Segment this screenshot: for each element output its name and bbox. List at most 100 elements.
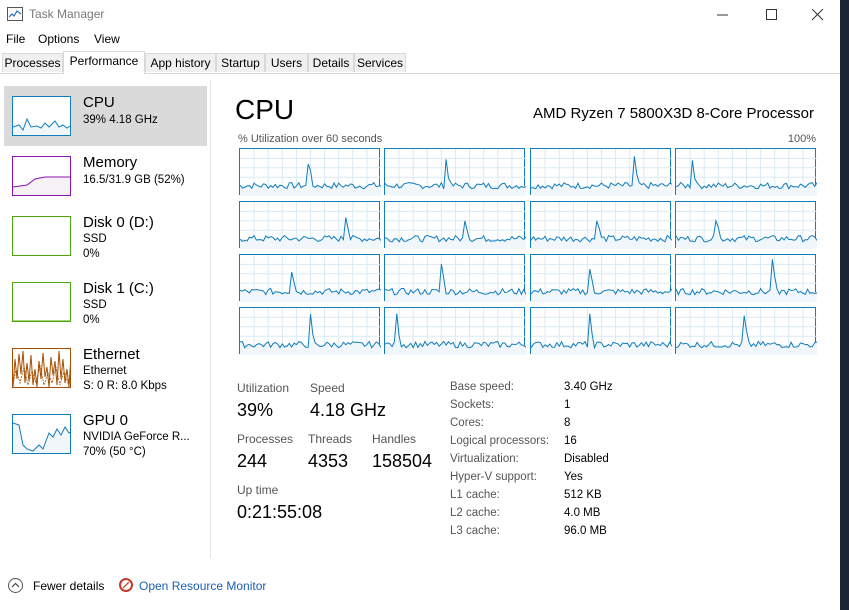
resource-sidebar: CPU 39% 4.18 GHz Memory 16.5/31.9 GB (52…: [0, 74, 210, 564]
detail-value: 3.40 GHz: [564, 381, 613, 393]
disk-1-thumbnail-svg: [13, 320, 70, 321]
logical-processor-graph: [239, 254, 381, 302]
detail-label: L3 cache:: [450, 525, 500, 537]
menu-options[interactable]: Options: [38, 32, 79, 46]
cpu-thumbnail-graph: [12, 96, 71, 136]
minimize-icon: [717, 14, 728, 16]
close-icon: [812, 9, 824, 21]
sidebar-item-memory[interactable]: Memory 16.5/31.9 GB (52%): [4, 148, 207, 208]
detail-value: Disabled: [564, 453, 609, 465]
menu-view[interactable]: View: [94, 32, 120, 46]
tab-processes[interactable]: Processes: [2, 53, 63, 72]
sidebar-item-gpu-0[interactable]: GPU 0 NVIDIA GeForce R... 70% (50 °C): [4, 406, 207, 466]
detail-label: Hyper-V support:: [450, 471, 537, 483]
logical-processor-graph: [529, 254, 672, 302]
minimize-button[interactable]: [700, 0, 746, 30]
uptime-label: Up time: [237, 483, 279, 497]
detail-label: L2 cache:: [450, 507, 500, 519]
menu-file[interactable]: File: [6, 32, 25, 46]
sidebar-item-title: Ethernet: [83, 346, 140, 363]
close-button[interactable]: [795, 0, 841, 30]
sidebar-item-ethernet[interactable]: Ethernet Ethernet S: 0 R: 8.0 Kbps: [4, 340, 207, 400]
window-title: Task Manager: [29, 7, 105, 21]
desktop-background-edge: [840, 0, 849, 610]
tab-startup[interactable]: Startup: [216, 53, 265, 72]
tab-services[interactable]: Services: [354, 53, 406, 72]
detail-value: 4.0 MB: [564, 507, 601, 519]
detail-label: Virtualization:: [450, 453, 519, 465]
detail-value: 1: [564, 399, 571, 411]
sidebar-item-cpu[interactable]: CPU 39% 4.18 GHz: [4, 86, 207, 146]
sidebar-item-adapter: NVIDIA GeForce R...: [83, 431, 190, 443]
logical-processor-graph: [674, 254, 817, 302]
logical-processor-graph: [239, 307, 381, 355]
detail-label: Base speed:: [450, 381, 514, 393]
maximize-button[interactable]: [749, 0, 795, 30]
tab-strip: Processes Performance App history Startu…: [0, 51, 840, 74]
open-resource-monitor-link[interactable]: Open Resource Monitor: [139, 579, 266, 593]
footer-bar: Fewer details Open Resource Monitor: [0, 570, 840, 602]
logical-processor-graph: [529, 148, 672, 196]
resource-monitor-icon: [119, 578, 133, 592]
tab-performance[interactable]: Performance: [63, 51, 145, 74]
sidebar-item-detail: 70% (50 °C): [83, 446, 146, 458]
tab-app-history[interactable]: App history: [145, 53, 216, 72]
tab-details[interactable]: Details: [308, 53, 354, 72]
graph-max-label: 100%: [787, 133, 816, 145]
ethernet-thumbnail-svg: [13, 350, 70, 387]
detail-label: Sockets:: [450, 399, 495, 411]
processes-label: Processes: [237, 432, 294, 446]
cpu-model-name: AMD Ryzen 7 5800X3D 8-Core Processor: [533, 105, 814, 122]
disk-1-thumbnail-graph: [12, 282, 71, 322]
logical-processor-graph: [529, 307, 672, 355]
sidebar-item-title: Memory: [83, 154, 138, 171]
logical-processor-graph: [384, 254, 527, 302]
utilization-value: 39%: [237, 400, 274, 420]
sidebar-item-title: GPU 0: [83, 412, 129, 429]
disk-0-thumbnail-graph: [12, 216, 71, 256]
threads-value: 4353: [308, 451, 349, 471]
sidebar-item-adapter: Ethernet: [83, 365, 127, 377]
logical-processor-graph: [674, 148, 817, 196]
detail-value: 16: [564, 435, 577, 447]
sidebar-item-disk-0[interactable]: Disk 0 (D:) SSD 0%: [4, 208, 207, 268]
utilization-label: Utilization: [237, 381, 290, 395]
uptime-value: 0:21:55:08: [237, 502, 323, 522]
logical-processor-graph: [384, 201, 527, 249]
detail-value: Yes: [564, 471, 583, 483]
detail-value: 8: [564, 417, 571, 429]
handles-value: 158504: [372, 451, 433, 471]
detail-value: 96.0 MB: [564, 525, 607, 537]
logical-processor-graph: [239, 148, 381, 196]
logical-processor-graphs: [239, 148, 817, 355]
fewer-details-button[interactable]: Fewer details: [33, 579, 104, 593]
task-manager-icon: [7, 7, 23, 21]
maximize-icon: [766, 9, 777, 20]
logical-processor-graph: [384, 148, 527, 196]
sidebar-item-type: SSD: [83, 233, 107, 245]
logical-processor-graph: [384, 307, 527, 355]
gpu-thumbnail-graph: [12, 414, 71, 454]
sidebar-item-disk-1[interactable]: Disk 1 (C:) SSD 0%: [4, 274, 207, 334]
memory-thumbnail-svg: [13, 176, 70, 195]
speed-value: 4.18 GHz: [310, 400, 387, 420]
title-bar: Task Manager: [0, 0, 840, 30]
sidebar-item-type: SSD: [83, 299, 107, 311]
processes-value: 244: [237, 451, 268, 471]
sidebar-item-detail: 0%: [83, 248, 100, 260]
sidebar-item-detail: 39% 4.18 GHz: [83, 114, 158, 126]
speed-label: Speed: [310, 381, 345, 395]
memory-thumbnail-graph: [12, 156, 71, 196]
panel-divider: [210, 80, 211, 558]
sidebar-item-detail: 16.5/31.9 GB (52%): [83, 174, 185, 186]
gpu-thumbnail-svg: [13, 422, 70, 453]
sidebar-item-title: CPU: [83, 94, 115, 111]
tab-users[interactable]: Users: [265, 53, 308, 72]
sidebar-item-detail: 0%: [83, 314, 100, 326]
detail-value: 512 KB: [564, 489, 602, 501]
cpu-thumbnail-svg: [13, 117, 70, 135]
detail-label: L1 cache:: [450, 489, 500, 501]
chevron-up-icon[interactable]: [8, 578, 23, 593]
detail-label: Cores:: [450, 417, 484, 429]
graph-caption: % Utilization over 60 seconds: [238, 133, 383, 145]
